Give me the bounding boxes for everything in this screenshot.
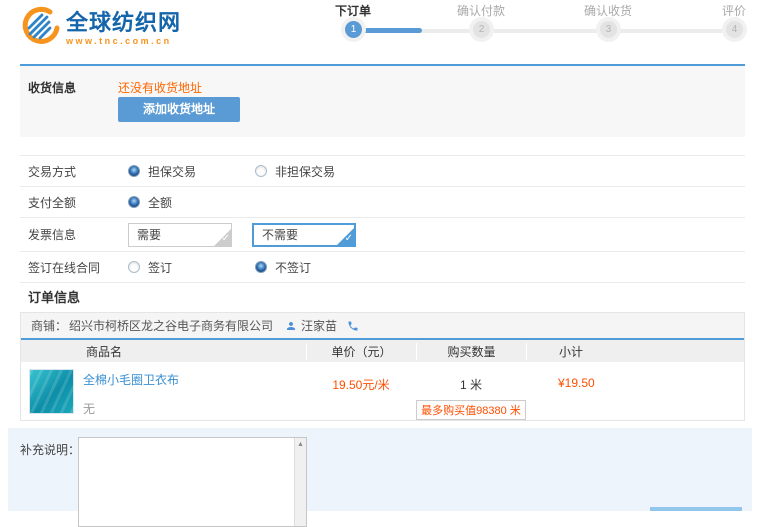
- invoice-info-label: 发票信息: [28, 228, 77, 242]
- add-address-button[interactable]: 添加收货地址: [118, 97, 240, 122]
- scroll-up-icon[interactable]: ▲: [295, 441, 306, 448]
- phone-icon[interactable]: [347, 320, 359, 332]
- shop-name: 绍兴市柯桥区龙之谷电子商务有限公司: [69, 319, 274, 333]
- step-label-confirm-receipt: 确认收货: [583, 4, 632, 18]
- header-subtotal: 小计: [526, 342, 744, 360]
- radio-checked-icon[interactable]: [128, 196, 140, 208]
- choice-label: 不签订: [275, 260, 312, 275]
- shipping-section: 收货信息 还没有收货地址 添加收货地址: [20, 66, 745, 137]
- person-icon[interactable]: [285, 320, 297, 332]
- invoice-option-label: 不需要: [262, 227, 299, 242]
- step-circle-1: 1: [345, 21, 362, 38]
- row-online-contract: 签订在线合同 签订 不签订: [20, 252, 745, 283]
- corner-check-icon: ✓: [344, 232, 353, 244]
- product-name-link[interactable]: 全棉小毛圈卫衣布: [83, 371, 179, 388]
- row-payment-amount: 支付全额 全额: [20, 187, 745, 218]
- choice-label: 担保交易: [148, 164, 197, 179]
- header-unit-price: 单价（元）: [306, 342, 416, 360]
- online-contract-label: 签订在线合同: [28, 260, 101, 275]
- progress-fill: [354, 28, 422, 33]
- order-table-row: 全棉小毛圈卫衣布 无 19.50元/米 1 米 最多购买值98380 米 ¥19…: [21, 362, 744, 420]
- order-table-header: 商品名 单价（元） 购买数量 小计: [21, 338, 744, 362]
- order-box: 商铺： 绍兴市柯桥区龙之谷电子商务有限公司 汪家苗 商品名 单价（元） 购买数量…: [20, 312, 745, 421]
- radio-checked-icon[interactable]: [128, 165, 140, 177]
- choice-label: 全额: [148, 195, 173, 210]
- shop-row: 商铺： 绍兴市柯桥区龙之谷电子商务有限公司 汪家苗: [21, 313, 744, 338]
- shop-contact-name: 汪家苗: [301, 319, 338, 333]
- payment-amount-label: 支付全额: [28, 195, 77, 210]
- submit-button-partial[interactable]: [650, 507, 742, 511]
- remarks-section: 补充说明： ▲: [8, 428, 752, 527]
- textarea-scrollbar[interactable]: ▲: [294, 438, 306, 526]
- product-image[interactable]: [29, 369, 74, 414]
- choice-guaranteed-transaction[interactable]: 担保交易: [128, 163, 255, 180]
- invoice-need-option[interactable]: 需要 ✓: [128, 222, 232, 247]
- radio-checked-icon[interactable]: [255, 261, 267, 273]
- choice-full-amount[interactable]: 全额: [128, 194, 255, 211]
- shop-label: 商铺：: [31, 319, 68, 333]
- quantity-cell: 1 米 最多购买值98380 米: [416, 362, 526, 420]
- choice-sign-contract[interactable]: 签订: [128, 259, 255, 276]
- unit-price-value: 19.50元/米: [332, 378, 390, 392]
- step-circle-2: 2: [473, 21, 490, 38]
- remarks-label: 补充说明：: [20, 443, 81, 457]
- max-purchase-note: 最多购买值98380 米: [416, 400, 526, 420]
- transaction-mode-label: 交易方式: [28, 164, 77, 179]
- product-spec: 无: [83, 402, 96, 416]
- no-address-message: 还没有收货地址: [118, 81, 203, 95]
- step-label-confirm-payment: 确认付款: [456, 4, 505, 18]
- choice-no-sign-contract[interactable]: 不签订: [255, 259, 382, 276]
- invoice-no-need-option[interactable]: 不需要 ✓: [252, 222, 356, 247]
- radio-unchecked-icon[interactable]: [255, 165, 267, 177]
- order-section-title: 订单信息: [28, 290, 81, 305]
- quantity-value: 1 米: [459, 378, 482, 392]
- product-cell: 全棉小毛圈卫衣布 无: [21, 362, 306, 420]
- subtotal-value: ¥19.50: [558, 376, 595, 390]
- shipping-section-label: 收货信息: [28, 81, 77, 95]
- step-circle-3: 3: [600, 21, 617, 38]
- step-circle-4: 4: [726, 21, 743, 38]
- page-header: 全球纺织网 www.tnc.com.cn 下订单 确认付款 确认收货 评价 1 …: [0, 0, 760, 56]
- checkout-progress: 下订单 确认付款 确认收货 评价 1 2 3 4: [0, 0, 760, 56]
- corner-check-icon: ✓: [221, 232, 230, 244]
- order-options-form: 交易方式 担保交易 非担保交易 支付全额 全额 发票信息 需要 ✓ 不需要 ✓ …: [20, 155, 745, 283]
- choice-non-guaranteed-transaction[interactable]: 非担保交易: [255, 163, 382, 180]
- choice-label: 非担保交易: [275, 164, 336, 179]
- row-invoice-info: 发票信息 需要 ✓ 不需要 ✓: [20, 218, 745, 252]
- step-label-place-order: 下订单: [334, 4, 371, 18]
- header-product-name: 商品名: [86, 344, 123, 359]
- invoice-option-label: 需要: [137, 227, 162, 242]
- choice-label: 签订: [148, 260, 173, 275]
- header-quantity: 购买数量: [416, 342, 526, 360]
- radio-unchecked-icon[interactable]: [128, 261, 140, 273]
- remarks-textarea[interactable]: [78, 437, 307, 527]
- step-label-review: 评价: [721, 4, 746, 18]
- row-transaction-mode: 交易方式 担保交易 非担保交易: [20, 156, 745, 187]
